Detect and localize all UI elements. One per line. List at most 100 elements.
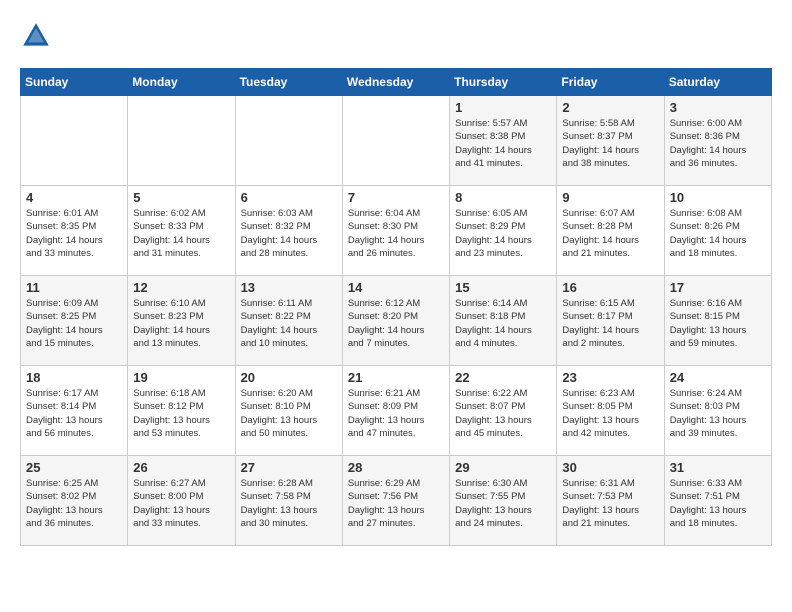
day-cell: 13 Sunrise: 6:11 AM Sunset: 8:22 PM Dayli… xyxy=(235,276,342,366)
day-cell: 18Sunrise: 6:17 AM Sunset: 8:14 PM Dayli… xyxy=(21,366,128,456)
day-info: Sunrise: 6:28 AM Sunset: 7:58 PM Dayligh… xyxy=(241,477,337,530)
day-cell: 5 Sunrise: 6:02 AM Sunset: 8:33 PM Daylig… xyxy=(128,186,235,276)
day-number: 7 xyxy=(348,190,444,205)
header-day-wednesday: Wednesday xyxy=(342,69,449,96)
day-number: 23 xyxy=(562,370,658,385)
day-number: 14 xyxy=(348,280,444,295)
day-number: 4 xyxy=(26,190,122,205)
day-info: Sunrise: 6:25 AM Sunset: 8:02 PM Dayligh… xyxy=(26,477,122,530)
day-cell: 29Sunrise: 6:30 AM Sunset: 7:55 PM Dayli… xyxy=(450,456,557,546)
day-cell xyxy=(342,96,449,186)
day-number: 10 xyxy=(670,190,766,205)
week-row-2: 4 Sunrise: 6:01 AM Sunset: 8:35 PM Daylig… xyxy=(21,186,772,276)
day-cell: 22 Sunrise: 6:22 AM Sunset: 8:07 PM Dayli… xyxy=(450,366,557,456)
calendar-body: 1Sunrise: 5:57 AM Sunset: 8:38 PM Daylig… xyxy=(21,96,772,546)
week-row-1: 1Sunrise: 5:57 AM Sunset: 8:38 PM Daylig… xyxy=(21,96,772,186)
day-cell: 10 Sunrise: 6:08 AM Sunset: 8:26 PM Dayli… xyxy=(664,186,771,276)
day-cell xyxy=(235,96,342,186)
day-info: Sunrise: 6:17 AM Sunset: 8:14 PM Dayligh… xyxy=(26,387,122,440)
day-info: Sunrise: 6:21 AM Sunset: 8:09 PM Dayligh… xyxy=(348,387,444,440)
day-number: 31 xyxy=(670,460,766,475)
week-row-5: 25 Sunrise: 6:25 AM Sunset: 8:02 PM Dayli… xyxy=(21,456,772,546)
day-cell xyxy=(21,96,128,186)
day-cell: 27Sunrise: 6:28 AM Sunset: 7:58 PM Dayli… xyxy=(235,456,342,546)
header-day-sunday: Sunday xyxy=(21,69,128,96)
day-info: Sunrise: 6:18 AM Sunset: 8:12 PM Dayligh… xyxy=(133,387,229,440)
day-info: Sunrise: 6:01 AM Sunset: 8:35 PM Dayligh… xyxy=(26,207,122,260)
day-number: 9 xyxy=(562,190,658,205)
day-info: Sunrise: 6:23 AM Sunset: 8:05 PM Dayligh… xyxy=(562,387,658,440)
day-number: 17 xyxy=(670,280,766,295)
day-info: Sunrise: 6:10 AM Sunset: 8:23 PM Dayligh… xyxy=(133,297,229,350)
day-info: Sunrise: 6:16 AM Sunset: 8:15 PM Dayligh… xyxy=(670,297,766,350)
day-info: Sunrise: 6:02 AM Sunset: 8:33 PM Dayligh… xyxy=(133,207,229,260)
calendar-header: SundayMondayTuesdayWednesdayThursdayFrid… xyxy=(21,69,772,96)
day-cell: 7 Sunrise: 6:04 AM Sunset: 8:30 PM Daylig… xyxy=(342,186,449,276)
calendar-table: SundayMondayTuesdayWednesdayThursdayFrid… xyxy=(20,68,772,546)
day-info: Sunrise: 6:22 AM Sunset: 8:07 PM Dayligh… xyxy=(455,387,551,440)
day-number: 5 xyxy=(133,190,229,205)
day-info: Sunrise: 6:27 AM Sunset: 8:00 PM Dayligh… xyxy=(133,477,229,530)
day-cell: 30Sunrise: 6:31 AM Sunset: 7:53 PM Dayli… xyxy=(557,456,664,546)
day-info: Sunrise: 6:33 AM Sunset: 7:51 PM Dayligh… xyxy=(670,477,766,530)
day-info: Sunrise: 6:00 AM Sunset: 8:36 PM Dayligh… xyxy=(670,117,766,170)
day-cell: 26 Sunrise: 6:27 AM Sunset: 8:00 PM Dayli… xyxy=(128,456,235,546)
day-number: 3 xyxy=(670,100,766,115)
day-cell: 17 Sunrise: 6:16 AM Sunset: 8:15 PM Dayli… xyxy=(664,276,771,366)
day-cell: 15 Sunrise: 6:14 AM Sunset: 8:18 PM Dayli… xyxy=(450,276,557,366)
day-number: 26 xyxy=(133,460,229,475)
header-day-saturday: Saturday xyxy=(664,69,771,96)
day-info: Sunrise: 6:12 AM Sunset: 8:20 PM Dayligh… xyxy=(348,297,444,350)
day-number: 12 xyxy=(133,280,229,295)
day-cell: 8 Sunrise: 6:05 AM Sunset: 8:29 PM Daylig… xyxy=(450,186,557,276)
day-cell: 25 Sunrise: 6:25 AM Sunset: 8:02 PM Dayli… xyxy=(21,456,128,546)
day-info: Sunrise: 6:24 AM Sunset: 8:03 PM Dayligh… xyxy=(670,387,766,440)
day-number: 28 xyxy=(348,460,444,475)
logo-icon xyxy=(20,20,52,52)
day-info: Sunrise: 6:11 AM Sunset: 8:22 PM Dayligh… xyxy=(241,297,337,350)
day-cell: 12 Sunrise: 6:10 AM Sunset: 8:23 PM Dayli… xyxy=(128,276,235,366)
day-cell: 31 Sunrise: 6:33 AM Sunset: 7:51 PM Dayli… xyxy=(664,456,771,546)
day-cell: 19Sunrise: 6:18 AM Sunset: 8:12 PM Dayli… xyxy=(128,366,235,456)
day-number: 13 xyxy=(241,280,337,295)
day-cell: 21 Sunrise: 6:21 AM Sunset: 8:09 PM Dayli… xyxy=(342,366,449,456)
day-number: 11 xyxy=(26,280,122,295)
day-cell: 9 Sunrise: 6:07 AM Sunset: 8:28 PM Daylig… xyxy=(557,186,664,276)
day-info: Sunrise: 6:14 AM Sunset: 8:18 PM Dayligh… xyxy=(455,297,551,350)
day-number: 16 xyxy=(562,280,658,295)
day-info: Sunrise: 5:58 AM Sunset: 8:37 PM Dayligh… xyxy=(562,117,658,170)
day-cell: 24Sunrise: 6:24 AM Sunset: 8:03 PM Dayli… xyxy=(664,366,771,456)
day-number: 6 xyxy=(241,190,337,205)
day-info: Sunrise: 6:30 AM Sunset: 7:55 PM Dayligh… xyxy=(455,477,551,530)
day-info: Sunrise: 6:05 AM Sunset: 8:29 PM Dayligh… xyxy=(455,207,551,260)
day-info: Sunrise: 6:07 AM Sunset: 8:28 PM Dayligh… xyxy=(562,207,658,260)
header-day-thursday: Thursday xyxy=(450,69,557,96)
day-number: 30 xyxy=(562,460,658,475)
day-cell: 14 Sunrise: 6:12 AM Sunset: 8:20 PM Dayli… xyxy=(342,276,449,366)
day-cell: 28 Sunrise: 6:29 AM Sunset: 7:56 PM Dayli… xyxy=(342,456,449,546)
day-info: Sunrise: 6:29 AM Sunset: 7:56 PM Dayligh… xyxy=(348,477,444,530)
day-cell: 16 Sunrise: 6:15 AM Sunset: 8:17 PM Dayli… xyxy=(557,276,664,366)
day-info: Sunrise: 6:15 AM Sunset: 8:17 PM Dayligh… xyxy=(562,297,658,350)
week-row-4: 18Sunrise: 6:17 AM Sunset: 8:14 PM Dayli… xyxy=(21,366,772,456)
day-info: Sunrise: 6:08 AM Sunset: 8:26 PM Dayligh… xyxy=(670,207,766,260)
day-cell: 2 Sunrise: 5:58 AM Sunset: 8:37 PM Daylig… xyxy=(557,96,664,186)
day-number: 21 xyxy=(348,370,444,385)
day-info: Sunrise: 6:04 AM Sunset: 8:30 PM Dayligh… xyxy=(348,207,444,260)
day-number: 15 xyxy=(455,280,551,295)
day-info: Sunrise: 6:03 AM Sunset: 8:32 PM Dayligh… xyxy=(241,207,337,260)
week-row-3: 11Sunrise: 6:09 AM Sunset: 8:25 PM Dayli… xyxy=(21,276,772,366)
logo xyxy=(20,20,56,52)
day-number: 8 xyxy=(455,190,551,205)
day-cell: 4 Sunrise: 6:01 AM Sunset: 8:35 PM Daylig… xyxy=(21,186,128,276)
day-cell: 1Sunrise: 5:57 AM Sunset: 8:38 PM Daylig… xyxy=(450,96,557,186)
day-cell: 20Sunrise: 6:20 AM Sunset: 8:10 PM Dayli… xyxy=(235,366,342,456)
day-cell: 11Sunrise: 6:09 AM Sunset: 8:25 PM Dayli… xyxy=(21,276,128,366)
day-number: 22 xyxy=(455,370,551,385)
day-info: Sunrise: 6:20 AM Sunset: 8:10 PM Dayligh… xyxy=(241,387,337,440)
day-number: 25 xyxy=(26,460,122,475)
header-row: SundayMondayTuesdayWednesdayThursdayFrid… xyxy=(21,69,772,96)
header-day-friday: Friday xyxy=(557,69,664,96)
header-day-tuesday: Tuesday xyxy=(235,69,342,96)
day-number: 2 xyxy=(562,100,658,115)
